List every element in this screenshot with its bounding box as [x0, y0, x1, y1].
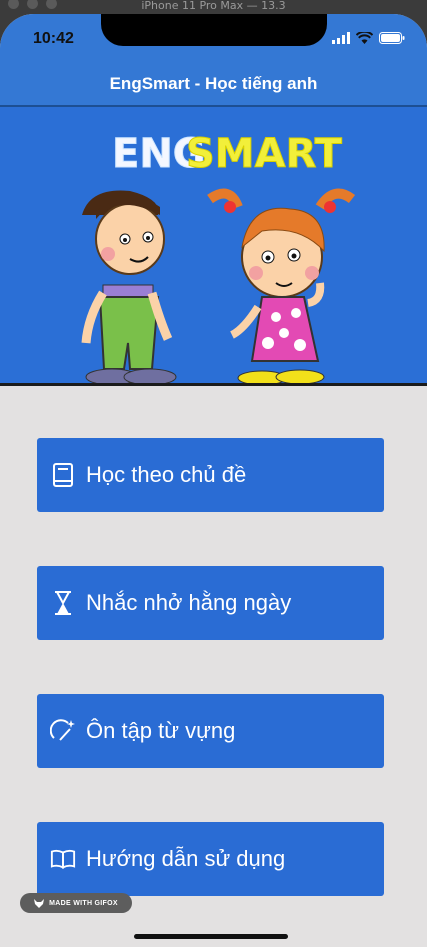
- vocabulary-review-label: Ôn tập từ vựng: [86, 718, 236, 743]
- daily-reminder-label: Nhắc nhở hằng ngày: [86, 590, 292, 615]
- vocabulary-review-button[interactable]: Ôn tập từ vựng: [37, 694, 384, 768]
- book-cover-icon: [50, 462, 76, 488]
- logo-smart: SMART: [186, 131, 343, 177]
- banner-illustration: ENG SMART: [81, 131, 356, 386]
- close-window-button[interactable]: [8, 0, 19, 9]
- battery-icon: [379, 32, 405, 44]
- notch: [101, 14, 327, 46]
- topic-learning-label: Học theo chủ đề: [86, 462, 247, 487]
- home-indicator[interactable]: [134, 934, 288, 939]
- hourglass-icon: [50, 590, 76, 616]
- user-guide-label: Hướng dẫn sử dụng: [86, 846, 286, 871]
- status-time: 10:42: [33, 30, 74, 47]
- signal-icon: [332, 32, 350, 44]
- wifi-icon: [356, 32, 373, 44]
- status-icons: [332, 32, 405, 44]
- daily-reminder-button[interactable]: Nhắc nhở hằng ngày: [37, 566, 384, 640]
- phone-screen: 10:42 EngSmart - Học tiếng anh ENG SMART…: [0, 14, 427, 947]
- app-title: EngSmart - Học tiếng anh: [109, 74, 318, 93]
- topic-learning-button[interactable]: Học theo chủ đề: [37, 438, 384, 512]
- gifox-badge: MADE WITH GIFOX: [20, 893, 132, 913]
- girl-character: [207, 188, 356, 386]
- window-controls: [8, 0, 57, 9]
- banner-image: ENG SMART: [0, 107, 427, 386]
- user-guide-button[interactable]: Hướng dẫn sử dụng: [37, 822, 384, 896]
- open-book-icon: [50, 846, 76, 872]
- boy-character: [81, 190, 177, 386]
- zoom-window-button[interactable]: [46, 0, 57, 9]
- gifox-text: MADE WITH GIFOX: [49, 899, 118, 907]
- minimize-window-button[interactable]: [27, 0, 38, 9]
- magic-wand-icon: [50, 718, 76, 744]
- simulator-window-title: iPhone 11 Pro Max — 13.3: [141, 0, 286, 12]
- app-header: 10:42 EngSmart - Học tiếng anh: [0, 14, 427, 107]
- fox-icon: [34, 898, 45, 908]
- banner-divider: [0, 383, 427, 386]
